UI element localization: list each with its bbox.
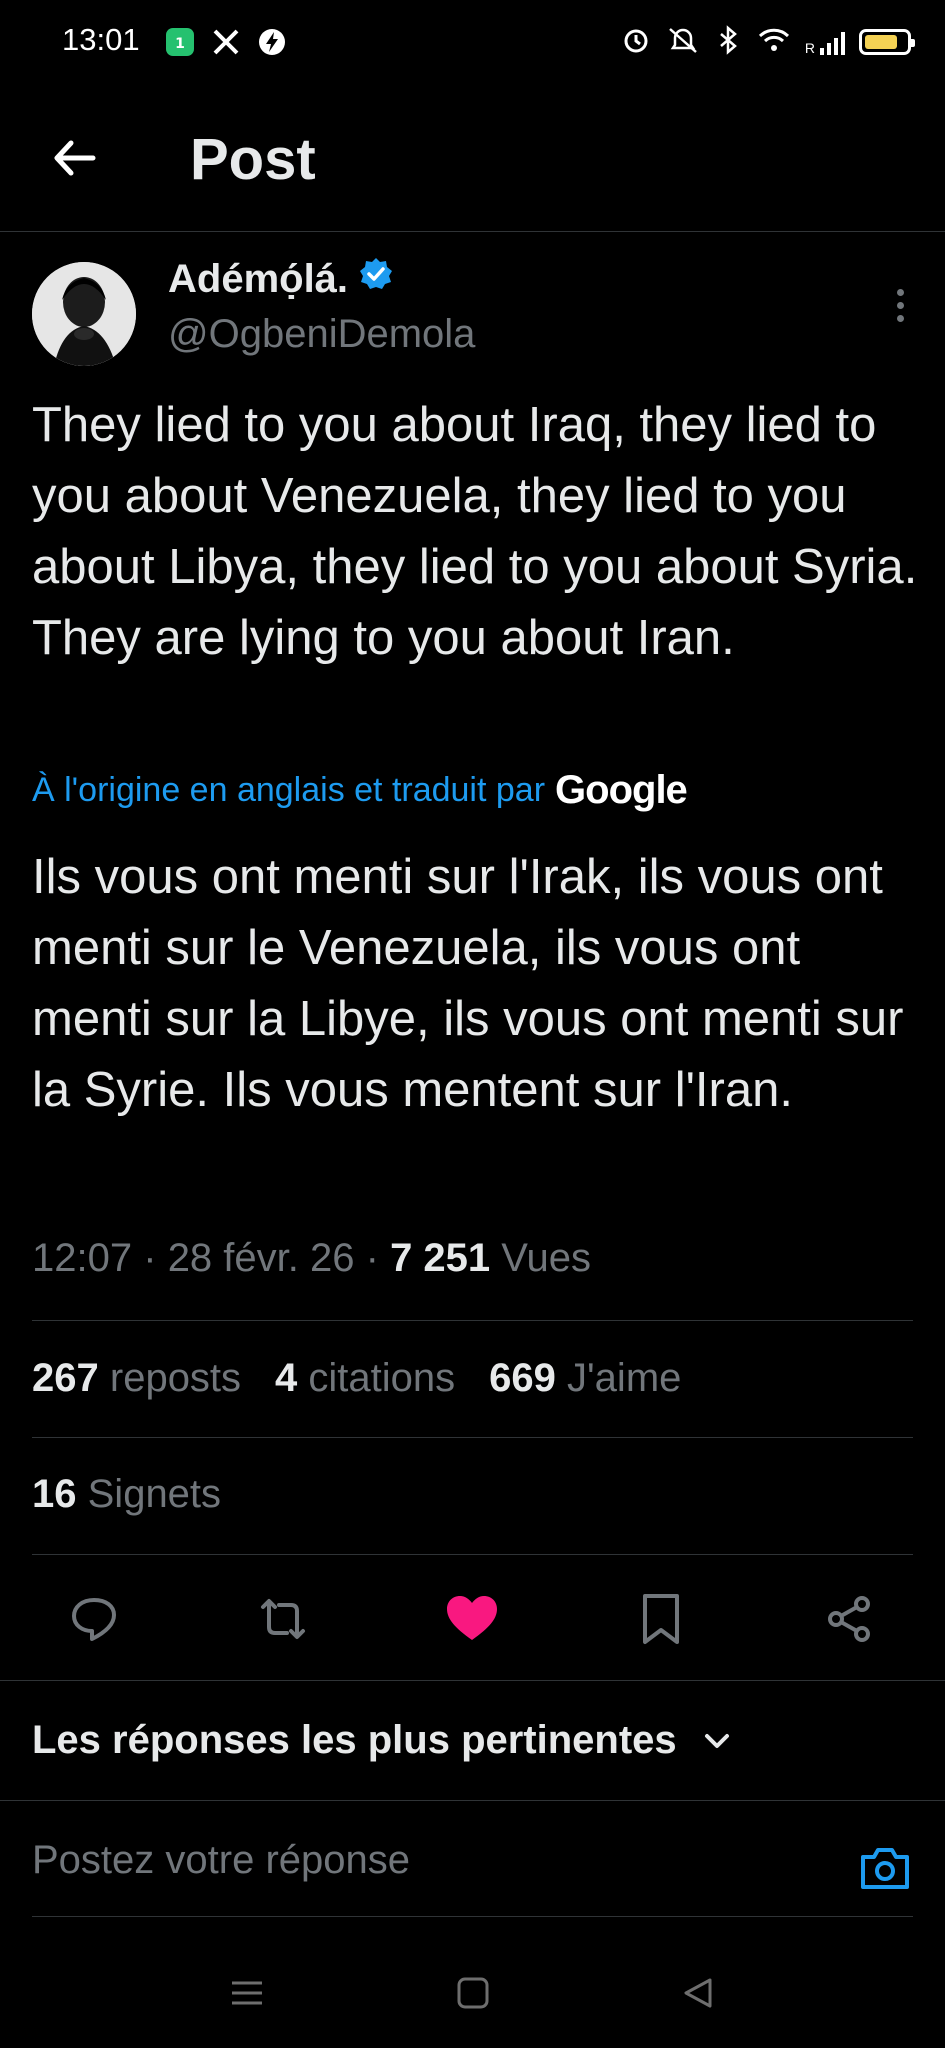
more-dot <box>896 314 904 322</box>
recent-apps-button[interactable] <box>222 1968 272 2018</box>
more-options-button[interactable] <box>885 280 915 330</box>
translation-notice[interactable]: À l'origine en anglais et traduit par Go… <box>32 768 688 813</box>
reposts-stat[interactable]: 267 reposts <box>32 1356 241 1401</box>
alarm-icon <box>621 25 651 60</box>
arrow-left-icon <box>54 140 96 176</box>
quotes-count: 4 <box>275 1356 298 1400</box>
meta-separator: · <box>365 1236 379 1280</box>
repost-icon <box>261 1599 305 1639</box>
action-bar <box>0 1584 945 1654</box>
top-app-bar: Post <box>0 84 945 232</box>
page-title: Post <box>190 127 316 192</box>
system-nav-bar <box>0 1938 945 2048</box>
author-handle[interactable]: @OgbeniDemola <box>168 312 475 357</box>
share-icon <box>828 1596 870 1642</box>
home-button[interactable] <box>448 1968 498 2018</box>
bookmarks-stat[interactable]: 16 Signets <box>32 1472 221 1517</box>
bookmarks-count: 16 <box>32 1472 77 1516</box>
divider <box>32 1916 913 1917</box>
author-name[interactable]: Adémọ́lá. <box>168 257 348 302</box>
like-icon <box>447 1596 497 1640</box>
repost-button[interactable] <box>248 1584 318 1654</box>
camera-button[interactable] <box>857 1840 913 1896</box>
divider <box>0 1680 945 1681</box>
avatar[interactable] <box>32 262 136 366</box>
bookmark-icon <box>643 1594 679 1644</box>
mute-icon <box>665 25 701 60</box>
share-button[interactable] <box>815 1584 885 1654</box>
reply-button[interactable] <box>59 1584 129 1654</box>
divider <box>32 1554 913 1555</box>
bolt-icon <box>256 26 288 58</box>
divider <box>32 1437 913 1438</box>
menu-icon <box>232 1981 262 2005</box>
reposts-label: reposts <box>109 1356 242 1400</box>
post-time: 12:07 <box>32 1236 133 1280</box>
bluetooth-icon <box>715 24 743 60</box>
verified-badge-icon <box>358 256 394 302</box>
meta-separator: · <box>143 1236 157 1280</box>
translated-post-text: Ils vous ont menti sur l'Irak, ils vous … <box>32 850 904 1117</box>
quotes-stat[interactable]: 4 citations <box>275 1356 455 1401</box>
likes-label: J'aime <box>567 1356 682 1400</box>
likes-stat[interactable]: 669 J'aime <box>489 1356 681 1401</box>
reposts-count: 267 <box>32 1356 99 1400</box>
replies-sort-dropdown[interactable]: Les réponses les plus pertinentes <box>32 1718 731 1763</box>
camera-icon <box>861 1848 909 1889</box>
square-icon <box>457 1977 489 2009</box>
battery-level <box>865 35 897 49</box>
views-label: Vues <box>501 1236 591 1280</box>
more-dot <box>896 301 904 309</box>
battery-icon <box>859 29 915 55</box>
quotes-label: citations <box>308 1356 456 1400</box>
like-button[interactable] <box>437 1584 507 1654</box>
translation-label: À l'origine en anglais et traduit par <box>32 771 546 809</box>
post-date: 28 févr. 26 <box>167 1236 355 1280</box>
triangle-back-icon <box>684 1978 712 2008</box>
status-right-icons: R <box>621 24 915 60</box>
divider <box>0 1800 945 1801</box>
system-back-button[interactable] <box>673 1968 723 2018</box>
divider <box>32 1320 913 1321</box>
chevron-down-icon <box>704 1733 729 1748</box>
replies-sort-label: Les réponses les plus pertinentes <box>32 1718 677 1762</box>
post-meta: 12:07 · 28 févr. 26 · 7 251 Vues <box>32 1236 591 1281</box>
svg-text:1: 1 <box>175 36 185 52</box>
reply-input[interactable] <box>32 1838 832 1883</box>
post-text: They lied to you about Iraq, they lied t… <box>32 398 918 665</box>
wifi-icon <box>757 25 791 60</box>
x-logo-icon <box>210 26 242 58</box>
more-dot <box>896 288 904 296</box>
bookmark-button[interactable] <box>626 1584 696 1654</box>
bookmarks-label: Signets <box>87 1472 222 1516</box>
views-count: 7 251 <box>390 1236 491 1280</box>
status-time: 13:01 <box>62 22 140 57</box>
signal-label: R <box>804 40 815 56</box>
likes-count: 669 <box>489 1356 556 1400</box>
signal-icon: R <box>805 29 845 55</box>
status-bar: 13:01 1 R <box>0 0 945 84</box>
author-name-row: Adémọ́lá. <box>168 256 394 302</box>
reply-icon <box>72 1598 116 1641</box>
back-button[interactable] <box>44 128 104 188</box>
engagement-stats: 267 reposts 4 citations 669 J'aime <box>32 1356 681 1401</box>
app-badge-icon: 1 <box>164 26 196 58</box>
translation-provider: Google <box>555 768 688 812</box>
